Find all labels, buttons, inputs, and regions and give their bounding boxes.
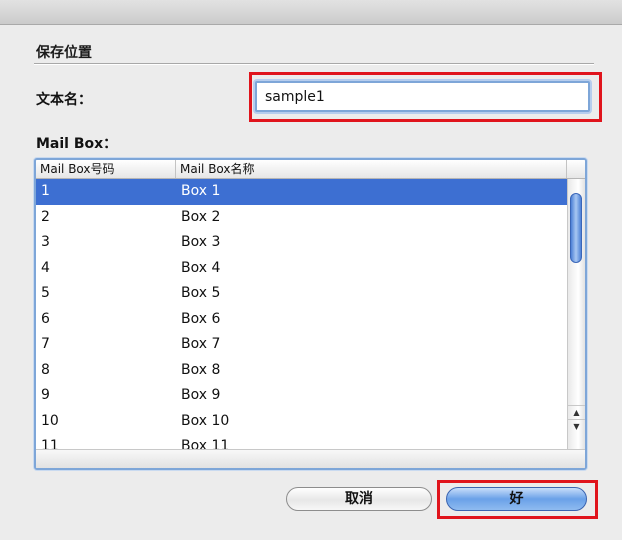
section-divider bbox=[34, 63, 594, 65]
mailbox-name-cell: Box 9 bbox=[181, 387, 221, 403]
mailbox-number-cell: 3 bbox=[41, 234, 50, 250]
ok-button[interactable]: 好 bbox=[446, 487, 587, 511]
table-row[interactable]: 9 Box 9 bbox=[36, 383, 567, 409]
filename-input[interactable] bbox=[255, 81, 590, 112]
table-row[interactable]: 6 Box 6 bbox=[36, 307, 567, 333]
mailbox-number-cell: 6 bbox=[41, 310, 50, 327]
mailbox-name-cell: Box 10 bbox=[181, 412, 230, 429]
mailbox-name-cell: Box 4 bbox=[181, 259, 221, 276]
mailbox-number-cell: 10 bbox=[41, 412, 59, 429]
dialog-title-bar bbox=[0, 0, 622, 25]
horizontal-scrollbar[interactable] bbox=[36, 449, 585, 468]
column-header-mailbox-number[interactable]: Mail Box号码 bbox=[36, 160, 176, 178]
mailbox-number-cell: 8 bbox=[41, 361, 50, 378]
mailbox-number-cell: 11 bbox=[41, 438, 59, 449]
table-row[interactable]: 4 Box 4 bbox=[36, 256, 567, 282]
table-row[interactable]: 10 Box 10 bbox=[36, 409, 567, 435]
mailbox-number-cell: 1 bbox=[41, 183, 50, 199]
mailbox-name-cell: Box 7 bbox=[181, 336, 221, 352]
mailbox-name-cell: Box 2 bbox=[181, 208, 221, 225]
mailbox-name-cell: Box 3 bbox=[181, 234, 221, 250]
table-row[interactable]: 3 Box 3 bbox=[36, 230, 567, 256]
mailbox-name-cell: Box 1 bbox=[181, 183, 221, 199]
cancel-button[interactable]: 取消 bbox=[286, 487, 432, 511]
scroll-down-arrow-icon[interactable]: ▼ bbox=[568, 419, 585, 433]
mailbox-number-cell: 9 bbox=[41, 387, 50, 403]
mailbox-number-cell: 2 bbox=[41, 208, 50, 225]
table-row[interactable]: 2 Box 2 bbox=[36, 205, 567, 231]
table-row[interactable]: 11 Box 11 bbox=[36, 434, 567, 449]
table-rows: 1 Box 1 2 Box 2 3 Box 3 4 Box 4 5 Box 5 6 Box 6 7 Box… bbox=[36, 179, 567, 449]
mailbox-name-cell: Box 5 bbox=[181, 285, 221, 301]
mailbox-table[interactable]: Mail Box号码 Mail Box名称 1 Box 1 2 Box 2 3 Box 3… bbox=[34, 158, 587, 470]
mailbox-number-cell: 7 bbox=[41, 336, 50, 352]
table-row[interactable]: 7 Box 7 bbox=[36, 332, 567, 358]
table-row[interactable]: 8 Box 8 bbox=[36, 358, 567, 384]
vertical-scrollbar[interactable]: ▲ ▼ bbox=[567, 179, 585, 449]
mailbox-name-cell: Box 6 bbox=[181, 310, 221, 327]
mailbox-label: Mail Box： bbox=[36, 136, 118, 152]
scroll-up-arrow-icon[interactable]: ▲ bbox=[568, 405, 585, 419]
section-title: 保存位置 bbox=[36, 45, 92, 61]
mailbox-name-cell: Box 8 bbox=[181, 361, 221, 378]
mailbox-number-cell: 4 bbox=[41, 259, 50, 276]
table-header: Mail Box号码 Mail Box名称 bbox=[36, 160, 585, 179]
table-row[interactable]: 5 Box 5 bbox=[36, 281, 567, 307]
mailbox-number-cell: 5 bbox=[41, 285, 50, 301]
column-header-mailbox-name[interactable]: Mail Box名称 bbox=[176, 160, 567, 178]
mailbox-name-cell: Box 11 bbox=[181, 438, 230, 449]
filename-label: 文本名： bbox=[36, 92, 92, 108]
table-row[interactable]: 1 Box 1 bbox=[36, 179, 567, 205]
header-corner bbox=[567, 160, 585, 178]
scrollbar-thumb[interactable] bbox=[570, 193, 582, 263]
